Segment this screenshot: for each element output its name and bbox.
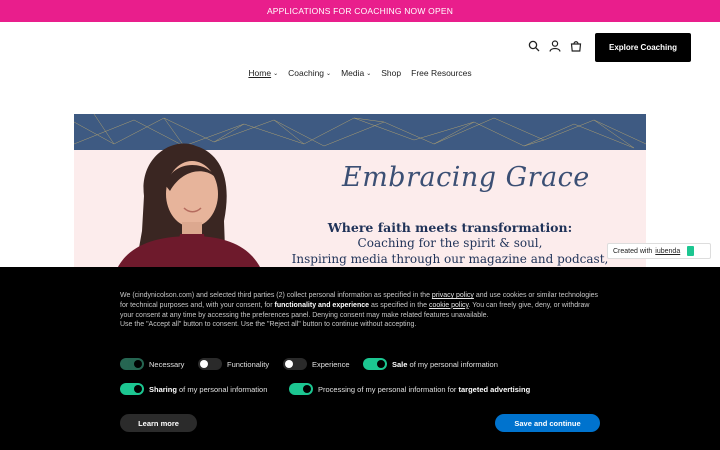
nav-item-label: Free Resources — [411, 68, 472, 78]
toggle-sharing[interactable]: Sharing of my personal information — [120, 383, 289, 395]
toggle-label-bold: Sale — [392, 359, 408, 369]
learn-more-button[interactable]: Learn more — [120, 414, 197, 432]
toggle-label: Sharing of my personal information — [149, 385, 267, 394]
nav-item-home[interactable]: Home ⌄ — [248, 68, 278, 78]
nav-item-label: Home — [248, 68, 272, 78]
iubenda-prefix: Created with — [613, 247, 653, 255]
toggle-label-rest: Processing of my personal information fo… — [318, 384, 459, 394]
save-and-continue-label: Save and continue — [514, 418, 581, 428]
privacy-policy-link[interactable]: privacy policy — [432, 292, 474, 299]
announcement-bar: APPLICATIONS FOR COACHING NOW OPEN — [0, 0, 720, 22]
toggle-label: Sale of my personal information — [392, 360, 498, 369]
announcement-text: APPLICATIONS FOR COACHING NOW OPEN — [266, 6, 454, 16]
necessary-switch[interactable] — [120, 358, 144, 370]
hero-banner: Embracing Grace Where faith meets transf… — [74, 114, 646, 274]
functionality-switch[interactable] — [198, 358, 222, 370]
cookie-text-part: as specified in the — [369, 301, 429, 309]
toggle-targeted-advertising[interactable]: Processing of my personal information fo… — [289, 383, 530, 395]
sale-switch[interactable] — [363, 358, 387, 370]
explore-coaching-label: Explore Coaching — [608, 43, 677, 52]
nav-item-coaching[interactable]: Coaching ⌄ — [288, 68, 331, 78]
consent-toggle-row-1: Necessary Functionality Experience Sale … — [120, 358, 498, 370]
sharing-switch[interactable] — [120, 383, 144, 395]
cookie-description: We (cindynicolson.com) and selected thir… — [120, 291, 602, 330]
banner-tagline: Where faith meets transformation: — [327, 220, 573, 235]
toggle-label-bold: Sharing — [149, 384, 177, 394]
cookie-consent-banner: We (cindynicolson.com) and selected thir… — [0, 267, 720, 450]
banner-subline-2: Inspiring media through our magazine and… — [291, 252, 609, 266]
chevron-down-icon: ⌄ — [366, 70, 372, 77]
toggle-sale[interactable]: Sale of my personal information — [363, 358, 498, 370]
iubenda-badge[interactable]: Created with iubenda — [607, 243, 711, 259]
iubenda-link[interactable]: iubenda — [655, 248, 680, 255]
toggle-label-rest: of my personal information — [176, 384, 268, 394]
toggle-label: Experience — [312, 359, 350, 369]
toggle-necessary[interactable]: Necessary — [120, 358, 198, 370]
toggle-label-rest: of my personal information — [407, 359, 498, 369]
learn-more-label: Learn more — [138, 418, 179, 428]
iubenda-icon — [687, 246, 695, 256]
nav-item-label: Shop — [381, 68, 402, 78]
main-nav: Home ⌄ Coaching ⌄ Media ⌄ Shop Free Reso… — [0, 68, 720, 78]
nav-item-label: Coaching — [288, 68, 325, 78]
search-icon[interactable] — [528, 40, 540, 52]
explore-coaching-button[interactable]: Explore Coaching — [595, 33, 691, 62]
cookie-text-bold: functionality and experience — [274, 301, 370, 309]
cookie-text-instructions: Use the "Accept all" button to consent. … — [120, 321, 417, 329]
chevron-down-icon: ⌄ — [273, 70, 279, 77]
banner-subline-1: Coaching for the spirit & soul, — [357, 236, 543, 250]
cart-icon[interactable] — [570, 40, 582, 52]
toggle-label-bold: targeted advertising — [458, 384, 531, 394]
nav-item-free-resources[interactable]: Free Resources — [411, 68, 471, 78]
toggle-label: Functionality — [227, 359, 270, 369]
save-and-continue-button[interactable]: Save and continue — [495, 414, 600, 432]
chevron-down-icon: ⌄ — [326, 70, 332, 77]
banner-title: Embracing Grace — [342, 162, 590, 193]
header-icons — [528, 40, 582, 52]
account-icon[interactable] — [549, 40, 561, 52]
nav-item-shop[interactable]: Shop — [381, 68, 401, 78]
experience-switch[interactable] — [283, 358, 307, 370]
toggle-label: Processing of my personal information fo… — [318, 385, 530, 394]
consent-toggle-row-2: Sharing of my personal information Proce… — [120, 383, 530, 395]
toggle-experience[interactable]: Experience — [283, 358, 363, 370]
toggle-functionality[interactable]: Functionality — [198, 358, 283, 370]
nav-item-media[interactable]: Media ⌄ — [341, 68, 371, 78]
toggle-label: Necessary — [149, 359, 185, 369]
cookie-policy-link[interactable]: cookie policy — [429, 302, 469, 309]
nav-item-label: Media — [341, 68, 365, 78]
targeted-advertising-switch[interactable] — [289, 383, 313, 395]
cookie-text-part: We (cindynicolson.com) and selected thir… — [120, 292, 432, 299]
coach-portrait — [114, 136, 264, 274]
